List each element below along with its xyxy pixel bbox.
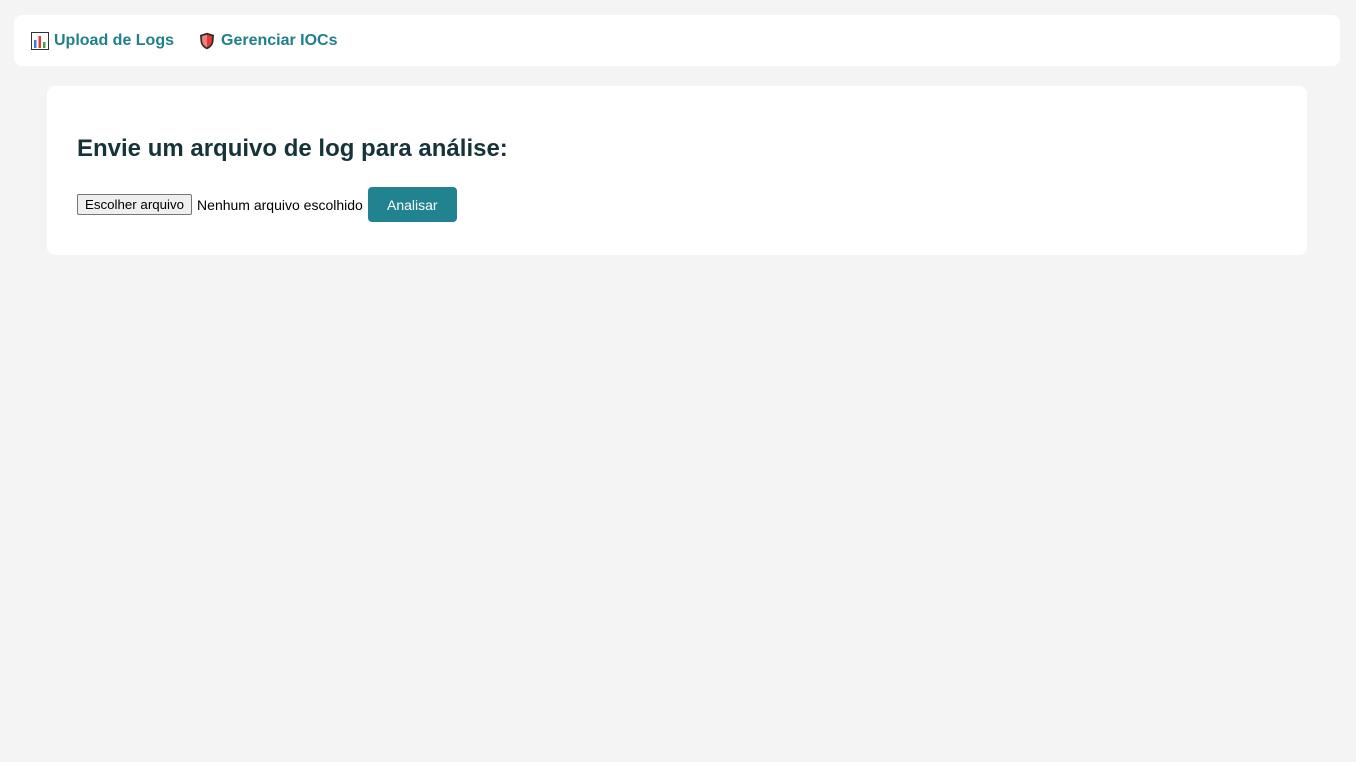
nav-link-upload-logs[interactable]: Upload de Logs — [31, 31, 174, 50]
top-nav: Upload de Logs Gerenciar IOCs — [14, 15, 1340, 66]
shield-icon — [198, 32, 216, 50]
file-status-text: Nenhum arquivo escolhido — [197, 196, 363, 213]
nav-link-label: Upload de Logs — [54, 31, 174, 49]
nav-link-manage-iocs[interactable]: Gerenciar IOCs — [198, 32, 338, 50]
choose-file-button[interactable]: Escolher arquivo — [77, 194, 193, 215]
analyze-button[interactable]: Analisar — [367, 187, 457, 222]
upload-form: Escolher arquivo Nenhum arquivo escolhid… — [77, 187, 457, 222]
upload-card: Envie um arquivo de log para análise: Es… — [47, 86, 1307, 255]
nav-link-label: Gerenciar IOCs — [221, 31, 338, 49]
upload-heading: Envie um arquivo de log para análise: — [77, 135, 508, 162]
bar-chart-icon — [31, 31, 49, 50]
